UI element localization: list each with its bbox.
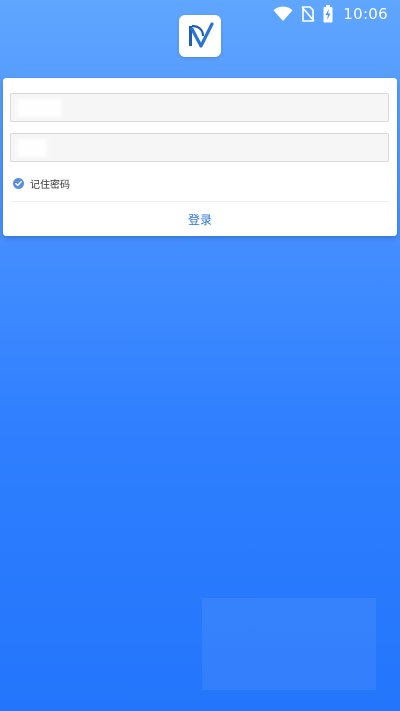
remember-password-label: 记住密码 [30,180,70,191]
status-time: 10:06 [343,5,388,23]
battery-charging-icon [323,5,333,23]
app-logo [179,15,221,57]
no-sim-icon [301,6,315,22]
login-card: 记住密码 登录 [3,78,397,236]
wifi-icon [273,6,293,22]
background-panel [202,598,376,690]
remember-password-checkbox[interactable]: 记住密码 [13,176,70,191]
checkmark-icon [13,178,24,189]
username-input[interactable] [10,93,389,122]
login-button[interactable]: 登录 [3,202,397,236]
app-logo-icon [189,22,214,48]
password-input[interactable] [10,133,389,162]
